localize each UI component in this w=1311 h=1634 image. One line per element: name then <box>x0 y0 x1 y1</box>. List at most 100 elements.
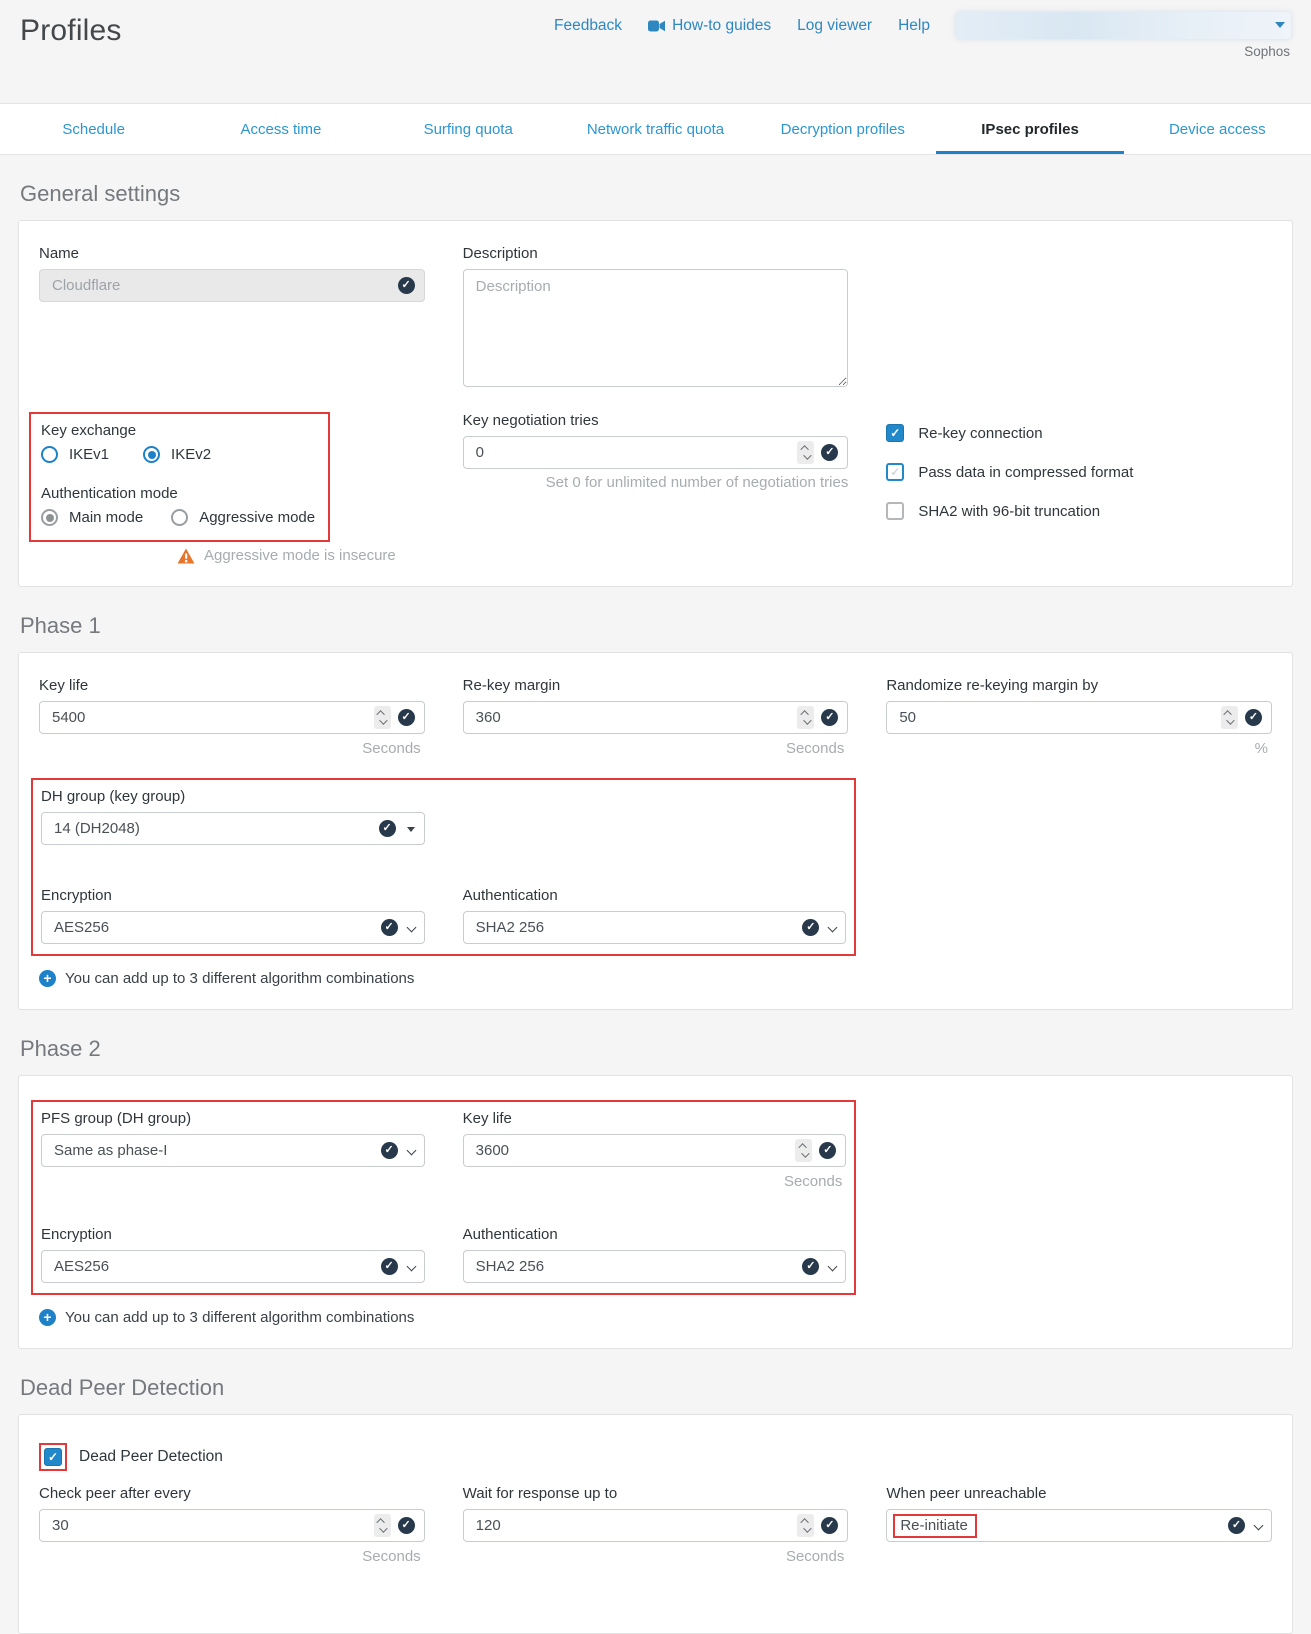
phase2-key-life-unit: Seconds <box>463 1173 847 1190</box>
phase2-encryption-select[interactable]: AES256 ✓ <box>41 1250 425 1283</box>
description-label: Description <box>463 245 849 262</box>
rekey-margin-label: Re-key margin <box>463 677 849 694</box>
phase2-authentication-select[interactable]: SHA2 256 ✓ <box>463 1250 847 1283</box>
radio-ikev2[interactable]: IKEv2 <box>143 446 211 463</box>
phase1-key-life-input[interactable] <box>39 701 425 734</box>
help-link[interactable]: Help <box>898 17 930 35</box>
chevron-down-icon <box>828 1262 838 1272</box>
general-settings-card: Name ✓ Description Key exchange IKEv1 <box>18 220 1293 587</box>
sha2-checkbox-label: SHA2 with 96-bit truncation <box>918 503 1100 520</box>
rekey-connection-checkbox[interactable]: ✓ Re-key connection <box>886 424 1272 442</box>
log-viewer-link[interactable]: Log viewer <box>797 17 872 35</box>
sha2-truncation-checkbox[interactable]: SHA2 with 96-bit truncation <box>886 502 1272 520</box>
radio-main-mode-icon <box>41 509 58 526</box>
help-label: Help <box>898 17 930 35</box>
check-circle-icon: ✓ <box>398 1517 415 1534</box>
tab-network-traffic-quota[interactable]: Network traffic quota <box>562 104 749 154</box>
dh-group-select[interactable]: 14 (DH2048) ✓ <box>41 812 425 845</box>
phase1-algorithms-highlight-box: DH group (key group) 14 (DH2048) ✓ Encry… <box>31 778 856 956</box>
brand-label: Sophos <box>1244 44 1290 59</box>
howto-guides-link[interactable]: How-to guides <box>648 17 771 35</box>
check-peer-label: Check peer after every <box>39 1485 425 1502</box>
key-negotiation-label: Key negotiation tries <box>463 412 849 429</box>
sha2-checkbox-icon <box>886 502 904 520</box>
key-negotiation-help: Set 0 for unlimited number of negotiatio… <box>463 474 849 491</box>
radio-aggressive-mode-label: Aggressive mode <box>199 509 315 526</box>
add-combination-icon[interactable]: + <box>39 1309 56 1326</box>
radio-main-mode-label: Main mode <box>69 509 143 526</box>
chevron-down-icon <box>1254 1521 1264 1531</box>
add-combination-icon[interactable]: + <box>39 970 56 987</box>
phase1-key-life-unit: Seconds <box>39 740 425 757</box>
pfs-group-label: PFS group (DH group) <box>41 1110 425 1127</box>
phase1-key-life-label: Key life <box>39 677 425 694</box>
caret-down-icon <box>1275 22 1285 28</box>
feedback-link[interactable]: Feedback <box>554 17 622 35</box>
number-stepper[interactable] <box>797 1514 814 1537</box>
compressed-checkbox-icon: ✓ <box>886 463 904 481</box>
peer-unreachable-value: Re-initiate <box>893 1514 977 1538</box>
phase2-add-note: You can add up to 3 different algorithm … <box>65 1309 414 1326</box>
phase1-card: Key life ✓ Seconds Re-key margin ✓ Secon… <box>18 652 1293 1010</box>
key-exchange-highlight-box: Key exchange IKEv1 IKEv2 Authentication … <box>29 412 330 542</box>
radio-ikev1-icon <box>41 446 58 463</box>
aggressive-warning-text: Aggressive mode is insecure <box>204 547 396 564</box>
dpd-checkbox-highlight-box: ✓ <box>39 1443 67 1471</box>
tab-decryption-profiles[interactable]: Decryption profiles <box>749 104 936 154</box>
radio-ikev2-label: IKEv2 <box>171 446 211 463</box>
check-circle-icon: ✓ <box>802 1258 819 1275</box>
rekey-margin-input[interactable] <box>463 701 849 734</box>
rekey-checkbox-icon: ✓ <box>886 424 904 442</box>
radio-ikev1[interactable]: IKEv1 <box>41 446 109 463</box>
profile-tabs: Schedule Access time Surfing quota Netwo… <box>0 103 1311 155</box>
auth-mode-label: Authentication mode <box>41 485 318 502</box>
randomize-margin-input[interactable] <box>886 701 1272 734</box>
warning-icon <box>177 548 195 564</box>
check-circle-icon: ✓ <box>381 919 398 936</box>
phase2-algorithms-highlight-box: PFS group (DH group) Same as phase-I ✓ K… <box>31 1100 856 1295</box>
radio-main-mode[interactable]: Main mode <box>41 509 143 526</box>
number-stepper[interactable] <box>795 1139 812 1162</box>
check-circle-icon: ✓ <box>381 1258 398 1275</box>
tab-ipsec-profiles[interactable]: IPsec profiles <box>936 104 1123 154</box>
description-textarea[interactable] <box>463 269 849 387</box>
compressed-format-checkbox[interactable]: ✓ Pass data in compressed format <box>886 463 1272 481</box>
key-negotiation-input[interactable] <box>463 436 849 469</box>
phase2-heading: Phase 2 <box>20 1036 1311 1062</box>
wait-response-input[interactable] <box>463 1509 849 1542</box>
number-stepper[interactable] <box>797 706 814 729</box>
name-label: Name <box>39 245 425 262</box>
phase1-authentication-select[interactable]: SHA2 256 ✓ <box>463 911 847 944</box>
dh-group-label: DH group (key group) <box>41 788 425 805</box>
tab-surfing-quota[interactable]: Surfing quota <box>375 104 562 154</box>
radio-aggressive-mode-icon <box>171 509 188 526</box>
dpd-checkbox[interactable]: ✓ <box>44 1448 62 1466</box>
number-stepper[interactable] <box>374 1514 391 1537</box>
phase1-add-note: You can add up to 3 different algorithm … <box>65 970 414 987</box>
check-circle-icon: ✓ <box>381 1142 398 1159</box>
radio-aggressive-mode[interactable]: Aggressive mode <box>171 509 315 526</box>
name-input[interactable] <box>39 269 425 302</box>
compressed-checkbox-label: Pass data in compressed format <box>918 464 1133 481</box>
peer-unreachable-select[interactable]: Re-initiate ✓ <box>886 1509 1272 1542</box>
check-circle-icon: ✓ <box>398 709 415 726</box>
account-dropdown[interactable] <box>956 12 1291 39</box>
pfs-group-value: Same as phase-I <box>54 1142 167 1159</box>
phase2-key-life-input[interactable] <box>463 1134 847 1167</box>
phase1-encryption-select[interactable]: AES256 ✓ <box>41 911 425 944</box>
radio-ikev1-label: IKEv1 <box>69 446 109 463</box>
tab-device-access[interactable]: Device access <box>1124 104 1311 154</box>
phase2-encryption-label: Encryption <box>41 1226 425 1243</box>
pfs-group-select[interactable]: Same as phase-I ✓ <box>41 1134 425 1167</box>
number-stepper[interactable] <box>797 441 814 464</box>
phase2-encryption-value: AES256 <box>54 1258 109 1275</box>
number-stepper[interactable] <box>1221 706 1238 729</box>
phase1-heading: Phase 1 <box>20 613 1311 639</box>
tab-schedule[interactable]: Schedule <box>0 104 187 154</box>
check-peer-input[interactable] <box>39 1509 425 1542</box>
feedback-label: Feedback <box>554 17 622 35</box>
phase1-encryption-value: AES256 <box>54 919 109 936</box>
log-viewer-label: Log viewer <box>797 17 872 35</box>
number-stepper[interactable] <box>374 706 391 729</box>
tab-access-time[interactable]: Access time <box>187 104 374 154</box>
